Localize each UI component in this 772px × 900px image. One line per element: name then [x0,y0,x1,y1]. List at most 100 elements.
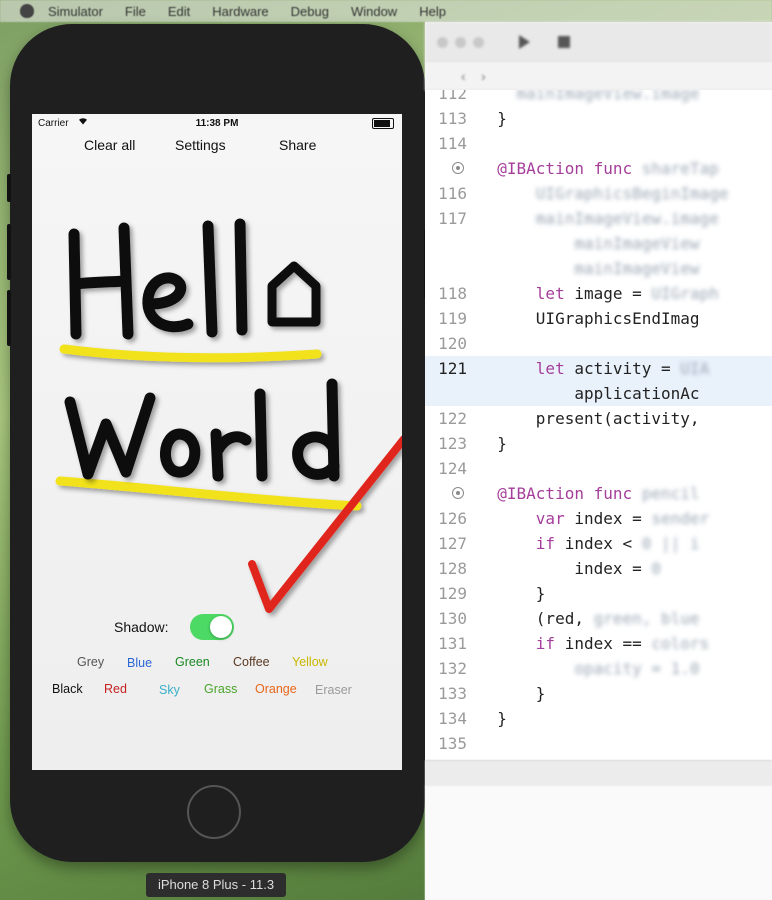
window-zoom-icon[interactable] [473,37,484,48]
code-line[interactable]: 126 var index = sender [425,506,772,531]
code-line[interactable]: 135 [425,731,772,756]
code-token: UIGraph [651,284,719,303]
code-editor[interactable]: 112 mainImageView.image 113 } 114 @IBActio… [425,90,772,770]
yellow-underline-1 [59,344,322,363]
code-line[interactable]: 129 } [425,581,772,606]
color-black-button[interactable]: Black [52,682,83,696]
code-line[interactable]: 130 (red, green, blue [425,606,772,631]
menu-debug[interactable]: Debug [291,4,329,19]
code-line[interactable]: 120 [425,331,772,356]
forward-chevron-icon[interactable]: › [481,68,486,84]
color-grey-button[interactable]: Grey [77,655,104,669]
stop-icon[interactable] [558,36,570,48]
line-number: 119 [438,309,467,328]
code-line[interactable]: mainImageView [425,256,772,281]
code-line[interactable]: 124 [425,456,772,481]
eraser-button[interactable]: Eraser [315,683,352,697]
color-yellow-button[interactable]: Yellow [292,655,328,669]
code-token: opacity = 1.0 [574,659,700,678]
color-sky-button[interactable]: Sky [159,683,180,697]
code-token: UIA [680,359,710,378]
menu-window[interactable]: Window [351,4,397,19]
code-line[interactable]: 116 UIGraphicsBeginImage [425,181,772,206]
share-button[interactable]: Share [279,137,316,153]
code-line[interactable]: 121 let activity = UIA [425,356,772,381]
apple-menu-icon[interactable] [20,4,34,18]
code-text: UIGraphicsBeginImage [478,181,729,206]
shadow-toggle[interactable] [190,614,235,640]
app-screen: Carrier 11:38 PM Clear all Settings Shar… [32,114,402,770]
line-number: 117 [438,209,467,228]
code-text: present(activity, [478,406,700,431]
code-line[interactable]: 119 UIGraphicsEndImag [425,306,772,331]
code-token: } [478,709,507,728]
code-keyword: if [478,534,556,553]
code-token: 0 || i [641,534,700,553]
color-red-button[interactable]: Red [104,682,127,696]
color-green-button[interactable]: Green [175,655,210,669]
code-line[interactable]: 112 mainImageView.image [425,90,772,106]
window-minimize-icon[interactable] [455,37,466,48]
line-number: 128 [438,559,467,578]
code-line[interactable]: 114 [425,131,772,156]
drawing-canvas[interactable] [32,154,402,624]
window-close-icon[interactable] [437,37,448,48]
code-token: mainImageView.image [535,209,719,228]
silent-switch[interactable] [7,174,11,202]
code-line[interactable]: @IBAction func pencil [425,481,772,506]
code-line[interactable]: 122 present(activity, [425,406,772,431]
debug-area [425,786,772,900]
toggle-knob [210,616,233,638]
code-keyword: var [478,509,565,528]
back-chevron-icon[interactable]: ‹ [461,68,466,84]
color-blue-button[interactable]: Blue [127,656,152,670]
color-grass-button[interactable]: Grass [204,682,237,696]
code-token: UIGraphicsBeginImage [535,184,729,203]
code-token: mainImageView [574,259,700,278]
jump-bar: ‹ › [425,62,772,91]
code-line[interactable]: 132 opacity = 1.0 [425,656,772,681]
code-token: applicationAc [478,384,700,403]
code-line[interactable]: applicationAc [425,381,772,406]
code-line[interactable]: 133 } [425,681,772,706]
volume-down-button[interactable] [7,290,11,346]
code-line[interactable]: @IBAction func shareTap [425,156,772,181]
clear-all-button[interactable]: Clear all [84,137,135,153]
menu-edit[interactable]: Edit [168,4,190,19]
code-text: } [478,106,507,131]
volume-up-button[interactable] [7,224,11,280]
device-name-label: iPhone 8 Plus - 11.3 [146,873,286,897]
connection-indicator-icon[interactable] [452,487,464,499]
code-text: } [478,431,507,456]
code-line[interactable]: 113 } [425,106,772,131]
code-text: var index = sender [478,506,709,531]
code-line[interactable]: 127 if index < 0 || i [425,531,772,556]
code-text: mainImageView.image [478,90,700,106]
line-number: 130 [438,609,467,628]
settings-button[interactable]: Settings [175,137,226,153]
menu-file[interactable]: File [125,4,146,19]
status-bar: Carrier 11:38 PM [32,114,402,132]
home-button[interactable] [187,785,241,839]
code-token: shareTap [641,159,719,178]
code-token: } [478,109,507,128]
color-orange-button[interactable]: Orange [255,682,297,696]
code-line[interactable]: 131 if index == colors [425,631,772,656]
connection-indicator-icon[interactable] [452,162,464,174]
menu-help[interactable]: Help [419,4,446,19]
code-line[interactable]: 117 mainImageView.image [425,206,772,231]
color-coffee-button[interactable]: Coffee [233,655,270,669]
code-line[interactable]: mainImageView [425,231,772,256]
run-icon[interactable] [517,34,531,50]
code-token: present(activity, [478,409,700,428]
code-line[interactable]: 128 index = 0 [425,556,772,581]
code-line[interactable]: 134 } [425,706,772,731]
menu-simulator[interactable]: Simulator [48,4,103,19]
code-line[interactable]: 118 let image = UIGraph [425,281,772,306]
code-line[interactable]: 123 } [425,431,772,456]
code-token: mainImageView [574,234,700,253]
menu-hardware[interactable]: Hardware [212,4,268,19]
